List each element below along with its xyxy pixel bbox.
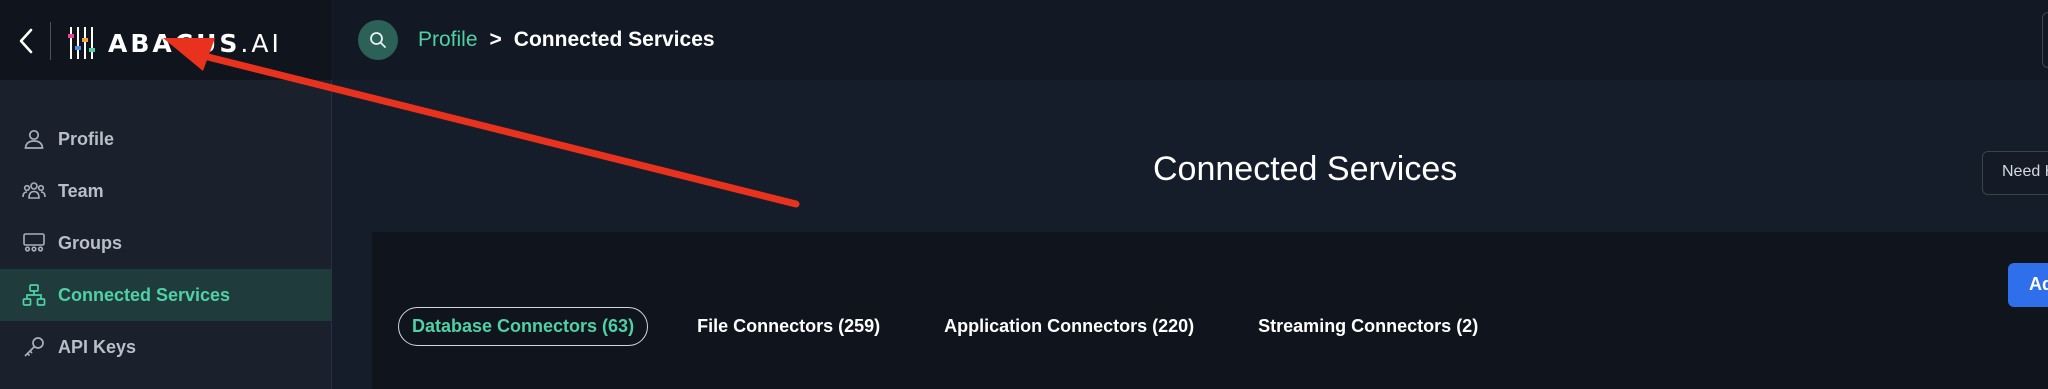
sidebar-nav: Profile Team Groups Connected Services A… <box>0 113 332 373</box>
network-icon <box>22 284 46 306</box>
abacus-logo[interactable]: ABACUS.AI <box>68 26 282 60</box>
breadcrumb-current: Connected Services <box>513 28 715 51</box>
sidebar-item-label: Groups <box>58 232 123 253</box>
sidebar-item-groups[interactable]: Groups <box>0 217 332 269</box>
abacus-logo-icon <box>68 27 95 59</box>
tab-streaming-connectors[interactable]: Streaming Connectors (2) <box>1258 316 1478 337</box>
sidebar-item-label: Profile <box>58 128 115 149</box>
need-help-button[interactable]: Need H <box>1982 151 2048 195</box>
groups-icon <box>23 233 45 252</box>
sidebar-header: ABACUS.AI <box>0 0 332 80</box>
sidebar-item-label: Connected Services <box>58 284 231 305</box>
sidebar-item-label: Team <box>58 180 104 201</box>
breadcrumb-profile-link[interactable]: Profile <box>418 28 478 52</box>
key-icon <box>24 337 44 357</box>
tab-database-connectors[interactable]: Database Connectors (63) <box>398 307 649 346</box>
tab-file-connectors[interactable]: File Connectors (259) <box>697 316 880 337</box>
sidebar-item-profile[interactable]: Profile <box>0 113 332 165</box>
sidebar-item-connected-services[interactable]: Connected Services <box>0 269 332 321</box>
chevron-left-icon <box>19 28 33 54</box>
sidebar-item-label: API Keys <box>58 336 137 357</box>
back-button[interactable] <box>14 26 38 56</box>
add-connector-button[interactable]: Ad <box>2008 263 2048 307</box>
breadcrumb: Profile > Connected Services <box>418 28 715 52</box>
page-title: Connected Services <box>1153 150 1458 188</box>
sidebar-item-api-keys[interactable]: API Keys <box>0 321 332 373</box>
sidebar: ABACUS.AI Profile Team Groups Connected … <box>0 0 332 389</box>
user-icon <box>24 129 44 149</box>
search-button[interactable] <box>358 20 398 60</box>
topbar-right-control[interactable] <box>2042 12 2048 68</box>
topbar: Profile > Connected Services <box>333 0 2048 80</box>
connector-tabs: Database Connectors (63) File Connectors… <box>398 307 1478 346</box>
header-divider <box>50 22 51 60</box>
breadcrumb-separator: > <box>489 28 502 51</box>
logo-text: ABACUS.AI <box>108 28 282 58</box>
search-icon <box>370 32 386 48</box>
team-icon <box>22 182 46 199</box>
sidebar-item-team[interactable]: Team <box>0 165 332 217</box>
tab-application-connectors[interactable]: Application Connectors (220) <box>944 316 1194 337</box>
